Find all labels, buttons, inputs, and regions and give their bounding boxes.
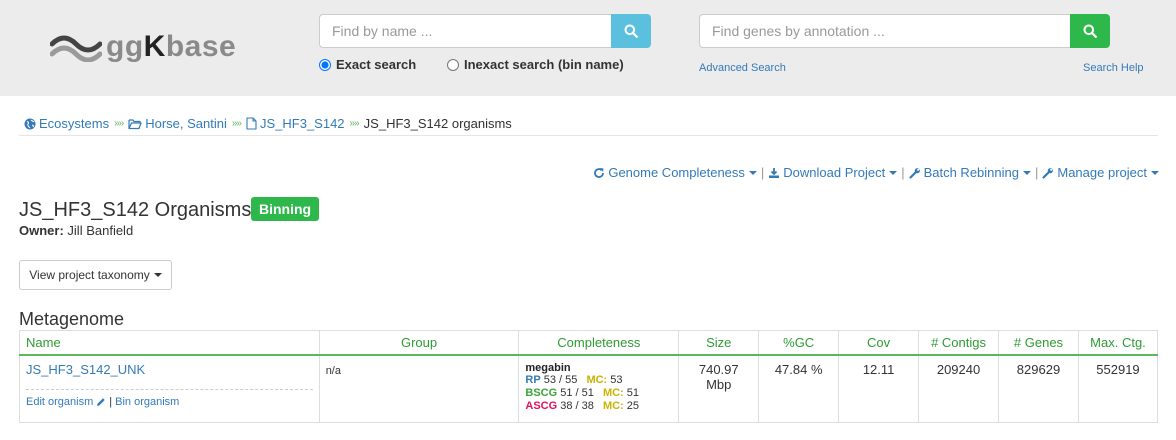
- download-project-dropdown[interactable]: Download Project: [768, 165, 898, 180]
- owner-label: Owner:: [19, 223, 64, 238]
- annotation-search-input[interactable]: [699, 14, 1070, 48]
- breadcrumb-ecosystems[interactable]: Ecosystems: [24, 116, 109, 131]
- caret-down-icon: [1151, 170, 1159, 175]
- advanced-search-link[interactable]: Advanced Search: [699, 62, 786, 74]
- genes-cell: 829629: [998, 354, 1079, 423]
- cov-cell: 12.11: [838, 354, 920, 423]
- column-header-gc[interactable]: %GC: [758, 330, 840, 356]
- exact-search-radio[interactable]: [319, 58, 331, 71]
- ggkbase-logo[interactable]: ggKbase: [50, 30, 250, 66]
- section-title: Metagenome: [19, 309, 125, 329]
- batch-rebinning-dropdown[interactable]: Batch Rebinning: [908, 165, 1031, 180]
- breadcrumb-separator: »»: [114, 118, 124, 129]
- owner-name: Jill Banfield: [67, 223, 134, 238]
- caret-down-icon: [153, 273, 162, 277]
- action-divider: |: [901, 165, 905, 180]
- genome-completeness-dropdown[interactable]: Genome Completeness: [593, 165, 757, 180]
- action-divider: |: [760, 165, 765, 180]
- column-header-contigs[interactable]: # Contigs: [918, 330, 1000, 356]
- caret-down-icon: [748, 170, 757, 175]
- column-header-completeness[interactable]: Completeness: [518, 330, 680, 356]
- breadcrumb-project[interactable]: JS_HF3_S142: [246, 116, 345, 131]
- table-row: JS_HF3_S142_UNK Edit organism | Bin orga…: [19, 354, 1159, 423]
- name-search-input[interactable]: [319, 14, 611, 48]
- top-header: ggKbase Exact search Inexact search (bin…: [0, 0, 1176, 96]
- completeness-title: megabin: [525, 361, 571, 374]
- logo-wordmark: ggKbase: [106, 30, 237, 63]
- organisms-table: Name Group Completeness Size %GC Cov # C…: [19, 330, 1159, 423]
- search-icon: [1083, 24, 1097, 38]
- size-cell: 740.97 Mbp: [678, 354, 760, 423]
- column-header-cov[interactable]: Cov: [838, 330, 920, 356]
- manage-project-dropdown[interactable]: Manage project: [1042, 165, 1159, 180]
- bscg-line: BSCG 51 / 51 MC: 51: [525, 386, 640, 399]
- caret-down-icon: [1022, 170, 1031, 175]
- inexact-search-radio[interactable]: [447, 58, 459, 71]
- status-badge: Binning: [251, 197, 320, 221]
- wave-logo-icon: [50, 35, 102, 62]
- contigs-cell: 209240: [918, 354, 1000, 423]
- download-icon: [769, 167, 780, 178]
- page-title: JS_HF3_S142 Organisms: [19, 199, 252, 221]
- project-actions: Genome Completeness | Download Project |…: [593, 165, 1159, 180]
- gc-cell: 47.84 %: [758, 354, 840, 423]
- completeness-cell: megabin RP 53 / 55 MC: 53 BSCG 51 / 51 M…: [518, 354, 680, 423]
- table-header-row: Name Group Completeness Size %GC Cov # C…: [19, 330, 1159, 356]
- breadcrumb-horse-santini[interactable]: Horse, Santini: [128, 116, 227, 131]
- owner-line: Owner: Jill Banfield: [19, 223, 133, 238]
- breadcrumb: Ecosystems »» Horse, Santini »» JS_HF3_S…: [24, 116, 512, 131]
- search-help-link[interactable]: Search Help: [1083, 62, 1144, 74]
- bin-organism-link[interactable]: Bin organism: [115, 396, 179, 408]
- name-cell: JS_HF3_S142_UNK Edit organism | Bin orga…: [19, 354, 320, 423]
- organism-actions: Edit organism | Bin organism: [26, 388, 313, 408]
- breadcrumb-current: JS_HF3_S142 organisms: [363, 116, 512, 131]
- refresh-icon: [594, 167, 605, 178]
- breadcrumb-separator: »»: [231, 118, 242, 129]
- column-header-size[interactable]: Size: [678, 330, 760, 356]
- rp-line: RP 53 / 55 MC: 53: [525, 373, 623, 386]
- breadcrumb-separator: »»: [349, 118, 360, 129]
- view-project-taxonomy-button[interactable]: View project taxonomy: [19, 260, 172, 290]
- action-divider: |: [1034, 165, 1039, 180]
- wrench-icon: [908, 167, 920, 179]
- inexact-search-label: Inexact search (bin name): [464, 57, 624, 72]
- wrench-icon: [1042, 167, 1054, 179]
- exact-search-label: Exact search: [336, 57, 417, 72]
- ascg-line: ASCG 38 / 38 MC: 25: [525, 399, 640, 412]
- column-header-group[interactable]: Group: [318, 330, 520, 356]
- column-header-max-ctg[interactable]: Max. Ctg.: [1077, 330, 1159, 356]
- annotation-search-button[interactable]: [1070, 14, 1110, 48]
- breadcrumb-divider: [19, 135, 1158, 136]
- inexact-search-option[interactable]: Inexact search (bin name): [447, 57, 624, 72]
- caret-down-icon: [889, 170, 898, 175]
- group-cell: n/a: [318, 354, 520, 423]
- search-icon: [624, 24, 638, 38]
- folder-open-icon: [128, 118, 142, 129]
- globe-icon: [24, 118, 36, 129]
- file-icon: [246, 117, 257, 130]
- group-value: n/a: [325, 364, 341, 377]
- column-header-name[interactable]: Name: [19, 330, 320, 356]
- pencil-icon: [97, 397, 105, 406]
- size-unit: Mbp: [706, 376, 732, 392]
- column-header-genes[interactable]: # Genes: [998, 330, 1079, 356]
- organism-name-link[interactable]: JS_HF3_S142_UNK: [26, 362, 145, 377]
- edit-organism-link[interactable]: Edit organism: [26, 396, 93, 408]
- max-ctg-cell: 552919: [1077, 354, 1159, 423]
- exact-search-option[interactable]: Exact search: [319, 57, 416, 72]
- link-separator: |: [109, 395, 113, 408]
- size-value: 740.97: [698, 361, 739, 377]
- name-search-button[interactable]: [611, 14, 651, 48]
